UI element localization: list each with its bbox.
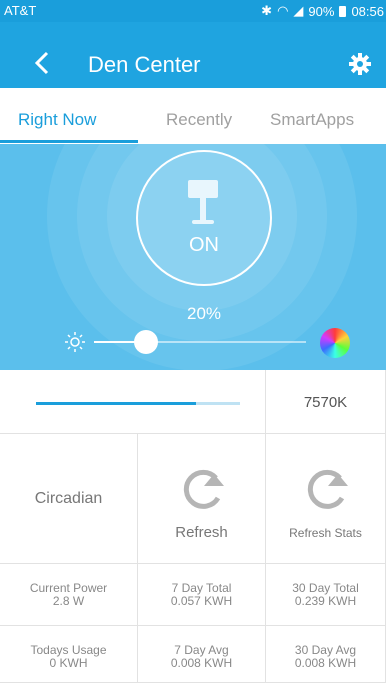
stat-value: 0.008 KWH (294, 656, 357, 670)
tab-bar: Right Now Recently SmartApps (0, 88, 386, 144)
stat-tile: 30 Day Avg 0.008 KWH (266, 626, 386, 683)
refresh-stats-tile[interactable]: Refresh Stats (266, 434, 386, 564)
refresh-tile[interactable]: Refresh (138, 434, 266, 564)
stat-value: 0 KWH (49, 656, 88, 670)
active-tab-indicator (0, 140, 138, 143)
carrier-name: AT&T (4, 3, 37, 18)
bluetooth-icon: ✱ (261, 3, 273, 18)
brightness-icon (65, 332, 85, 352)
brightness-slider-track[interactable] (146, 341, 306, 343)
refresh-icon (183, 469, 224, 509)
tab-right-now[interactable]: Right Now (18, 110, 96, 130)
stat-tile: 7 Day Total 0.057 KWH (138, 564, 266, 626)
refresh-icon (307, 469, 348, 509)
power-state: ON (189, 234, 219, 256)
circadian-tile[interactable]: Circadian (0, 434, 138, 564)
stat-tile: Todays Usage 0 KWH (0, 626, 138, 683)
refresh-stats-label: Refresh Stats (289, 526, 362, 540)
stat-value: 2.8 W (52, 594, 85, 608)
refresh-label: Refresh (175, 524, 228, 541)
wifi-icon: ◠ (277, 3, 289, 18)
tab-recently[interactable]: Recently (166, 110, 232, 130)
tab-smartapps[interactable]: SmartApps (270, 110, 354, 130)
color-picker-icon[interactable] (320, 328, 350, 358)
power-toggle[interactable]: ON (136, 150, 272, 286)
back-arrow-icon[interactable] (28, 48, 58, 78)
battery-percent: 90% (308, 3, 335, 19)
stat-value: 0.057 KWH (170, 594, 233, 608)
brightness-level: 20% (186, 304, 222, 323)
lamp-icon (188, 180, 218, 224)
color-temperature-value: 7570K (266, 370, 386, 434)
battery-icon (339, 5, 347, 17)
stat-tile: 7 Day Avg 0.008 KWH (138, 626, 266, 683)
signal-icon: ◢ (293, 3, 304, 18)
page-title: Den Center (88, 52, 201, 77)
brightness-slider-handle[interactable] (134, 330, 158, 354)
status-bar: AT&T ✱ ◠ ◢ 90% 08:56 (0, 0, 386, 22)
stat-tile: Current Power 2.8 W (0, 564, 138, 626)
circadian-label: Circadian (34, 490, 103, 507)
stat-tile: 30 Day Total 0.239 KWH (266, 564, 386, 626)
clock: 08:56 (351, 3, 384, 19)
stat-value: 0.239 KWH (294, 594, 357, 608)
device-control-panel: ON 20% (0, 144, 386, 370)
gear-icon[interactable] (348, 52, 372, 76)
temp-fill (36, 402, 196, 405)
stat-value: 0.008 KWH (170, 656, 233, 670)
color-temperature-slider[interactable] (0, 370, 266, 434)
